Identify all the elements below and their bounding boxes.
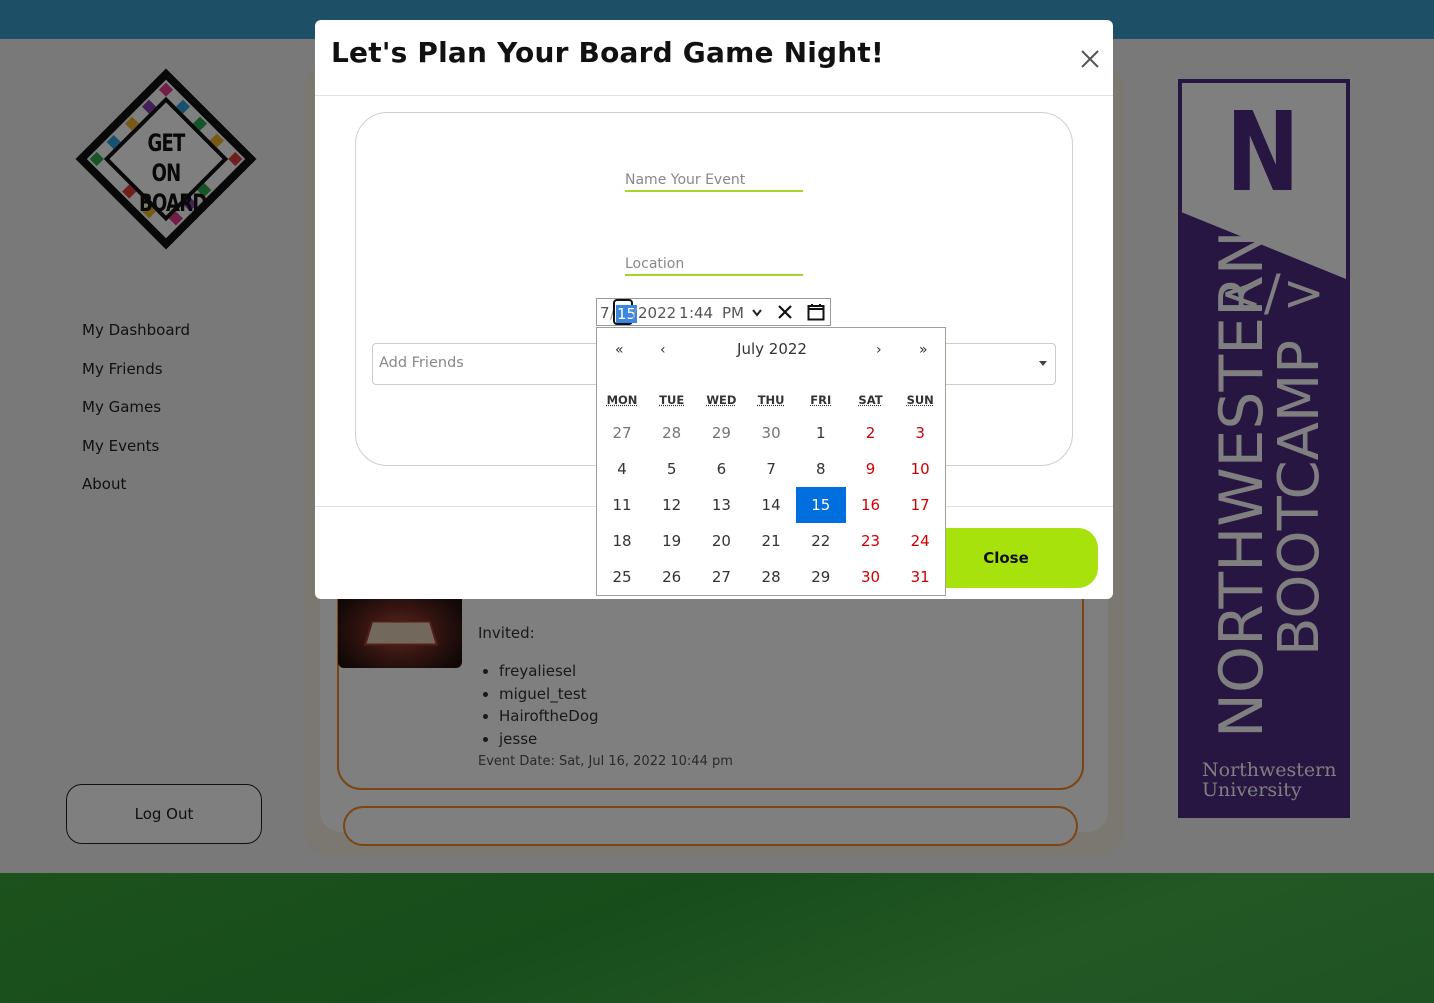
add-friends-placeholder: Add Friends xyxy=(379,355,464,371)
weekday-tue: TUE xyxy=(659,393,685,407)
calendar-day[interactable]: 1 xyxy=(796,415,846,451)
calendar-day[interactable]: 13 xyxy=(696,487,746,523)
calendar-day[interactable]: 28 xyxy=(746,559,796,595)
modal-header-divider xyxy=(315,95,1113,96)
weekday-sun: SUN xyxy=(906,393,934,407)
calendar-day[interactable]: 4 xyxy=(597,451,647,487)
weekday-sat: SAT xyxy=(858,393,883,407)
datetime-month[interactable]: 7 xyxy=(600,304,610,322)
calendar-day-other-month[interactable]: 29 xyxy=(696,415,746,451)
calendar-day[interactable]: 22 xyxy=(796,523,846,559)
calendar-day[interactable]: 14 xyxy=(746,487,796,523)
calendar-month-title[interactable]: July 2022 xyxy=(597,340,947,358)
datetime-day-focused[interactable]: 15 xyxy=(613,299,638,325)
calendar-day[interactable]: 6 xyxy=(696,451,746,487)
calendar-day[interactable]: 29 xyxy=(796,559,846,595)
ampm-chevron-down-icon[interactable] xyxy=(752,309,762,317)
calendar-day[interactable]: 21 xyxy=(746,523,796,559)
close-icon[interactable] xyxy=(1079,48,1101,70)
calendar-day[interactable]: 31 xyxy=(895,559,945,595)
calendar-day[interactable]: 8 xyxy=(796,451,846,487)
calendar-day[interactable]: 7 xyxy=(746,451,796,487)
calendar-day[interactable]: 15 xyxy=(795,487,846,523)
calendar-day[interactable]: 2 xyxy=(846,415,896,451)
next-month-button[interactable]: › xyxy=(876,342,882,358)
calendar-day-other-month[interactable]: 28 xyxy=(647,415,697,451)
datetime-minute[interactable]: 44 xyxy=(694,304,713,322)
event-name-input[interactable] xyxy=(625,170,803,192)
modal-title: Let's Plan Your Board Game Night! xyxy=(331,36,884,69)
calendar-icon[interactable] xyxy=(807,303,825,321)
next-year-button[interactable]: » xyxy=(919,342,928,358)
calendar-day[interactable]: 24 xyxy=(895,523,945,559)
calendar-day[interactable]: 25 xyxy=(597,559,647,595)
calendar-day[interactable]: 3 xyxy=(895,415,945,451)
weekday-wed: WED xyxy=(706,393,737,407)
calendar-day[interactable]: 30 xyxy=(846,559,896,595)
datetime-year[interactable]: 2022 xyxy=(638,304,676,322)
datetime-input[interactable]: 7 / 15 / 2022 1 : 44 PM xyxy=(596,298,831,326)
calendar-day[interactable]: 23 xyxy=(846,523,896,559)
calendar-day[interactable]: 16 xyxy=(846,487,896,523)
calendar-day[interactable]: 19 xyxy=(647,523,697,559)
datetime-ampm[interactable]: PM xyxy=(722,304,744,322)
calendar-day[interactable]: 18 xyxy=(597,523,647,559)
date-separator: / xyxy=(632,304,638,322)
calendar-day[interactable]: 27 xyxy=(696,559,746,595)
clear-date-icon[interactable] xyxy=(777,303,793,321)
calendar-day[interactable]: 10 xyxy=(895,451,945,487)
calendar-day[interactable]: 12 xyxy=(647,487,697,523)
calendar-popup: « ‹ July 2022 › » MON TUE WED THU FRI SAT SUN 2… xyxy=(596,327,946,596)
calendar-day[interactable]: 9 xyxy=(846,451,896,487)
calendar-day-other-month[interactable]: 30 xyxy=(746,415,796,451)
location-input[interactable] xyxy=(625,254,803,276)
weekday-thu: THU xyxy=(757,393,785,407)
chevron-down-icon[interactable] xyxy=(1039,361,1047,366)
datetime-hour[interactable]: 1 xyxy=(679,304,689,322)
calendar-day[interactable]: 5 xyxy=(647,451,697,487)
calendar-day[interactable]: 20 xyxy=(696,523,746,559)
calendar-day[interactable]: 17 xyxy=(895,487,945,523)
weekday-mon: MON xyxy=(606,393,638,407)
calendar-day[interactable]: 11 xyxy=(597,487,647,523)
calendar-day-other-month[interactable]: 27 xyxy=(597,415,647,451)
weekday-fri: FRI xyxy=(810,393,832,407)
calendar-day[interactable]: 26 xyxy=(647,559,697,595)
